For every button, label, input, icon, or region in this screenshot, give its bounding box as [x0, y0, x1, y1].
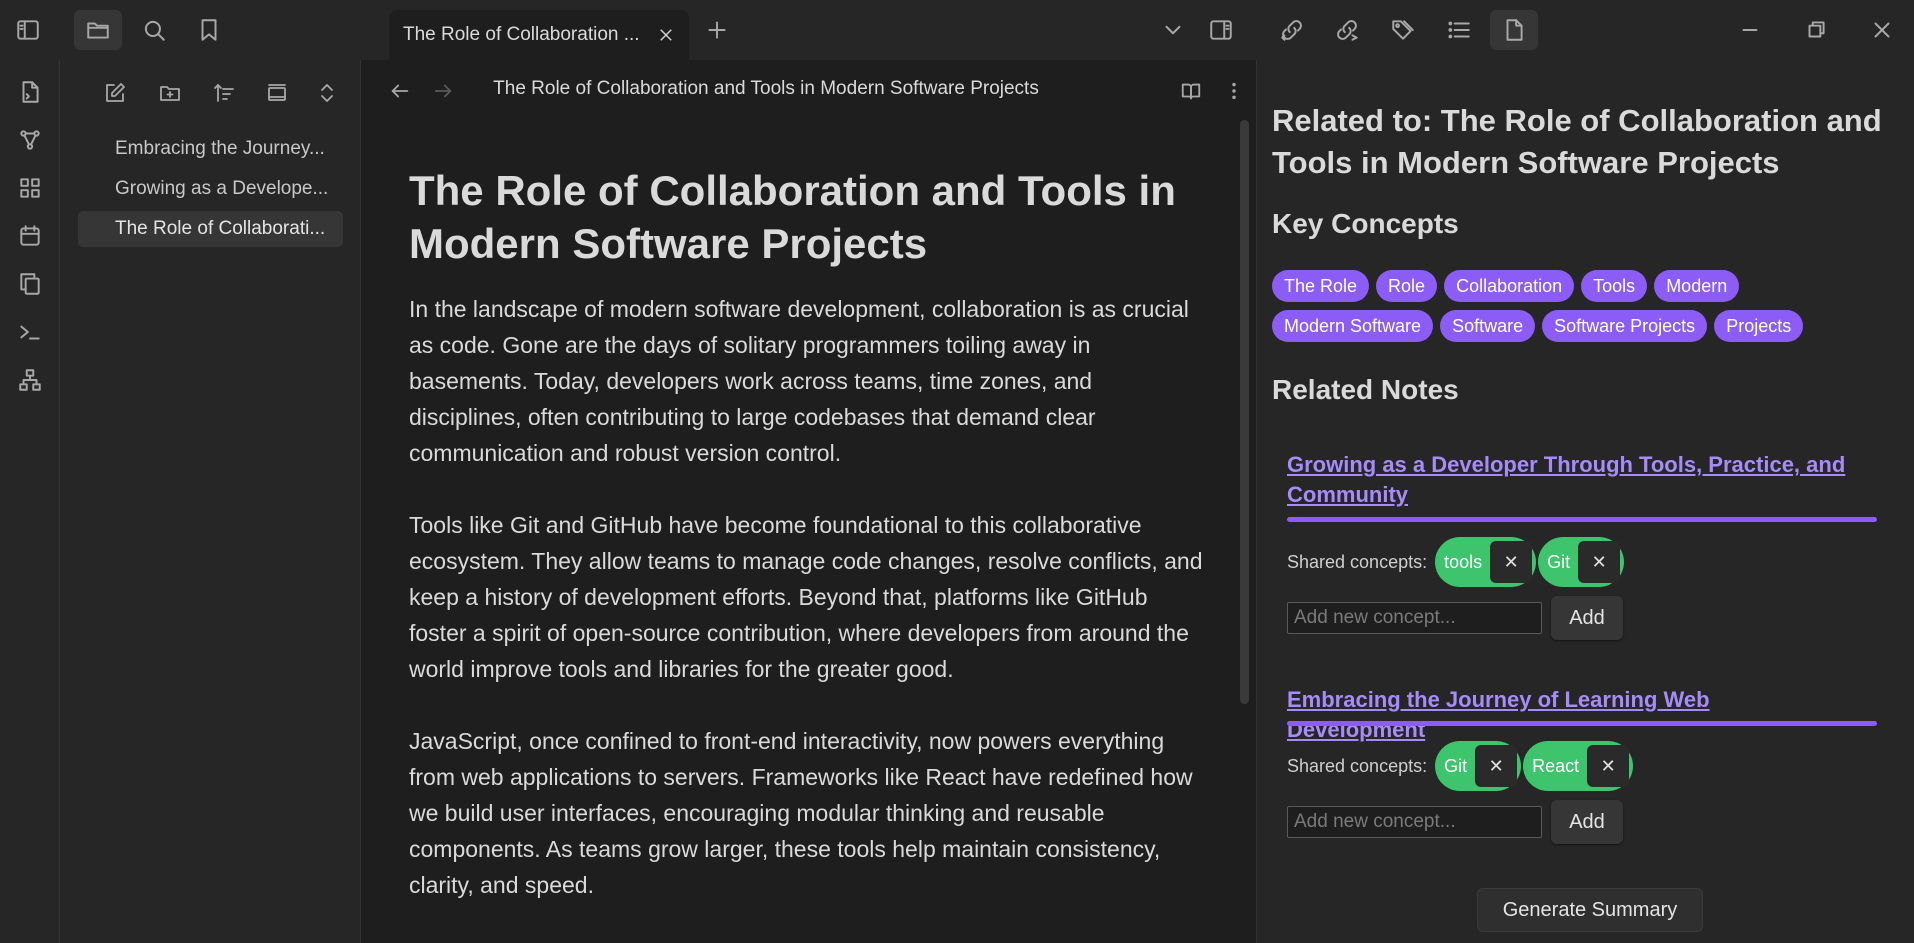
graph-view-icon[interactable] — [10, 120, 50, 160]
concept-pill[interactable]: Collaboration — [1444, 270, 1575, 302]
templates-copy-icon[interactable] — [10, 264, 50, 304]
forward-arrow-icon[interactable] — [426, 74, 460, 108]
auto-reveal-icon[interactable] — [259, 75, 295, 111]
restore-window-icon[interactable] — [1792, 10, 1840, 50]
related-notes-pane: Related to: The Role of Collaboration an… — [1256, 60, 1914, 943]
backlinks-icon[interactable] — [1268, 10, 1316, 50]
editor-scrollbar[interactable] — [1240, 120, 1249, 704]
reading-view-book-icon[interactable] — [1174, 74, 1208, 108]
shared-concepts-row: Shared concepts: tools ✕ Git ✕ — [1287, 537, 1626, 587]
related-note-link[interactable]: Growing as a Developer Through Tools, Pr… — [1287, 450, 1847, 510]
chevron-down-icon[interactable] — [1149, 10, 1197, 50]
concept-pill[interactable]: Role — [1376, 270, 1438, 302]
file-item-active[interactable]: The Role of Collaborati... — [78, 211, 343, 247]
remove-concept-icon[interactable]: ✕ — [1475, 745, 1518, 787]
add-concept-button[interactable]: Add — [1551, 596, 1623, 640]
sort-order-icon[interactable] — [207, 75, 243, 111]
shared-concept-chip: React ✕ — [1523, 741, 1634, 791]
shared-concepts-row: Shared concepts: Git ✕ React ✕ — [1287, 741, 1635, 791]
note-heading: The Role of Collaboration and Tools in M… — [409, 167, 1176, 267]
canvas-grid-icon[interactable] — [10, 168, 50, 208]
note-paragraph: JavaScript, once confined to front-end i… — [409, 728, 1193, 898]
chip-label: tools — [1444, 551, 1483, 572]
concepts-row: The Role Role Collaboration Tools Modern — [1272, 270, 1740, 302]
new-tab-plus-icon[interactable] — [693, 10, 741, 50]
sitemap-icon[interactable] — [10, 360, 50, 400]
related-title: Related to: The Role of Collaboration an… — [1272, 103, 1882, 180]
similarity-bar — [1287, 517, 1877, 522]
minimize-icon[interactable] — [1726, 10, 1774, 50]
add-concept-input[interactable] — [1287, 602, 1542, 634]
calendar-icon[interactable] — [10, 216, 50, 256]
close-icon[interactable] — [653, 22, 679, 48]
shared-concepts-label: Shared concepts: — [1287, 755, 1428, 776]
similarity-bar — [1287, 721, 1877, 726]
remove-concept-icon[interactable]: ✕ — [1490, 541, 1533, 583]
concept-pill[interactable]: Modern Software — [1272, 310, 1434, 342]
key-concepts-heading: Key Concepts — [1272, 208, 1459, 239]
generate-summary-button[interactable]: Generate Summary — [1477, 888, 1703, 932]
search-icon[interactable] — [130, 10, 178, 50]
tab-active-note[interactable]: The Role of Collaboration ... — [389, 10, 689, 60]
obsidian-window: The Role of Collaboration ... Embracing … — [0, 0, 1914, 943]
concept-pill[interactable]: The Role — [1272, 270, 1370, 302]
file-item[interactable]: Growing as a Develope... — [78, 171, 343, 207]
concept-pill[interactable]: Modern — [1654, 270, 1740, 302]
chip-label: React — [1532, 755, 1580, 776]
view-header-title[interactable]: The Role of Collaboration and Tools in M… — [471, 78, 1061, 100]
chip-label: Git — [1444, 755, 1468, 776]
right-sidebar-toggle-icon[interactable] — [1197, 10, 1245, 50]
expand-collapse-icon[interactable] — [309, 75, 345, 111]
related-note-link[interactable]: Embracing the Journey of Learning Web De… — [1287, 685, 1847, 745]
concept-pill[interactable]: Software — [1440, 310, 1536, 342]
terminal-icon[interactable] — [10, 312, 50, 352]
remove-concept-icon[interactable]: ✕ — [1578, 541, 1621, 583]
related-notes-file-icon[interactable] — [1490, 10, 1538, 50]
add-concept-input[interactable] — [1287, 806, 1542, 838]
more-options-icon[interactable] — [1217, 74, 1251, 108]
close-window-icon[interactable] — [1858, 10, 1906, 50]
bookmark-icon[interactable] — [185, 10, 233, 50]
remove-concept-icon[interactable]: ✕ — [1587, 745, 1630, 787]
shared-concepts-label: Shared concepts: — [1287, 551, 1428, 572]
outgoing-links-icon[interactable] — [1323, 10, 1371, 50]
sidebar-toggle-icon[interactable] — [4, 10, 52, 50]
quick-switcher-icon[interactable] — [10, 72, 50, 112]
concept-pill[interactable]: Software Projects — [1542, 310, 1708, 342]
concepts-row: Modern Software Software Software Projec… — [1272, 310, 1804, 342]
new-note-icon[interactable] — [97, 75, 133, 111]
files-folder-icon[interactable] — [74, 10, 122, 50]
tags-icon[interactable] — [1379, 10, 1427, 50]
left-ribbon — [0, 60, 60, 943]
shared-concept-chip: Git ✕ — [1538, 537, 1625, 587]
new-folder-icon[interactable] — [152, 75, 188, 111]
editor-pane: The Role of Collaboration and Tools in M… — [361, 60, 1256, 943]
related-notes-heading: Related Notes — [1272, 374, 1459, 405]
title-bar: The Role of Collaboration ... — [0, 0, 1914, 60]
shared-concept-chip: tools ✕ — [1435, 537, 1537, 587]
note-paragraph: Tools like Git and GitHub have become fo… — [409, 512, 1203, 682]
chip-label: Git — [1547, 551, 1571, 572]
add-concept-button[interactable]: Add — [1551, 800, 1623, 844]
outline-list-icon[interactable] — [1435, 10, 1483, 50]
note-paragraph: In the landscape of modern software deve… — [409, 296, 1189, 466]
concept-pill[interactable]: Projects — [1714, 310, 1804, 342]
tab-title: The Role of Collaboration ... — [403, 24, 640, 45]
concept-pill[interactable]: Tools — [1581, 270, 1648, 302]
file-explorer: Embracing the Journey... Growing as a De… — [60, 60, 361, 943]
shared-concept-chip: Git ✕ — [1435, 741, 1522, 791]
back-arrow-icon[interactable] — [383, 74, 417, 108]
file-item[interactable]: Embracing the Journey... — [78, 131, 343, 167]
